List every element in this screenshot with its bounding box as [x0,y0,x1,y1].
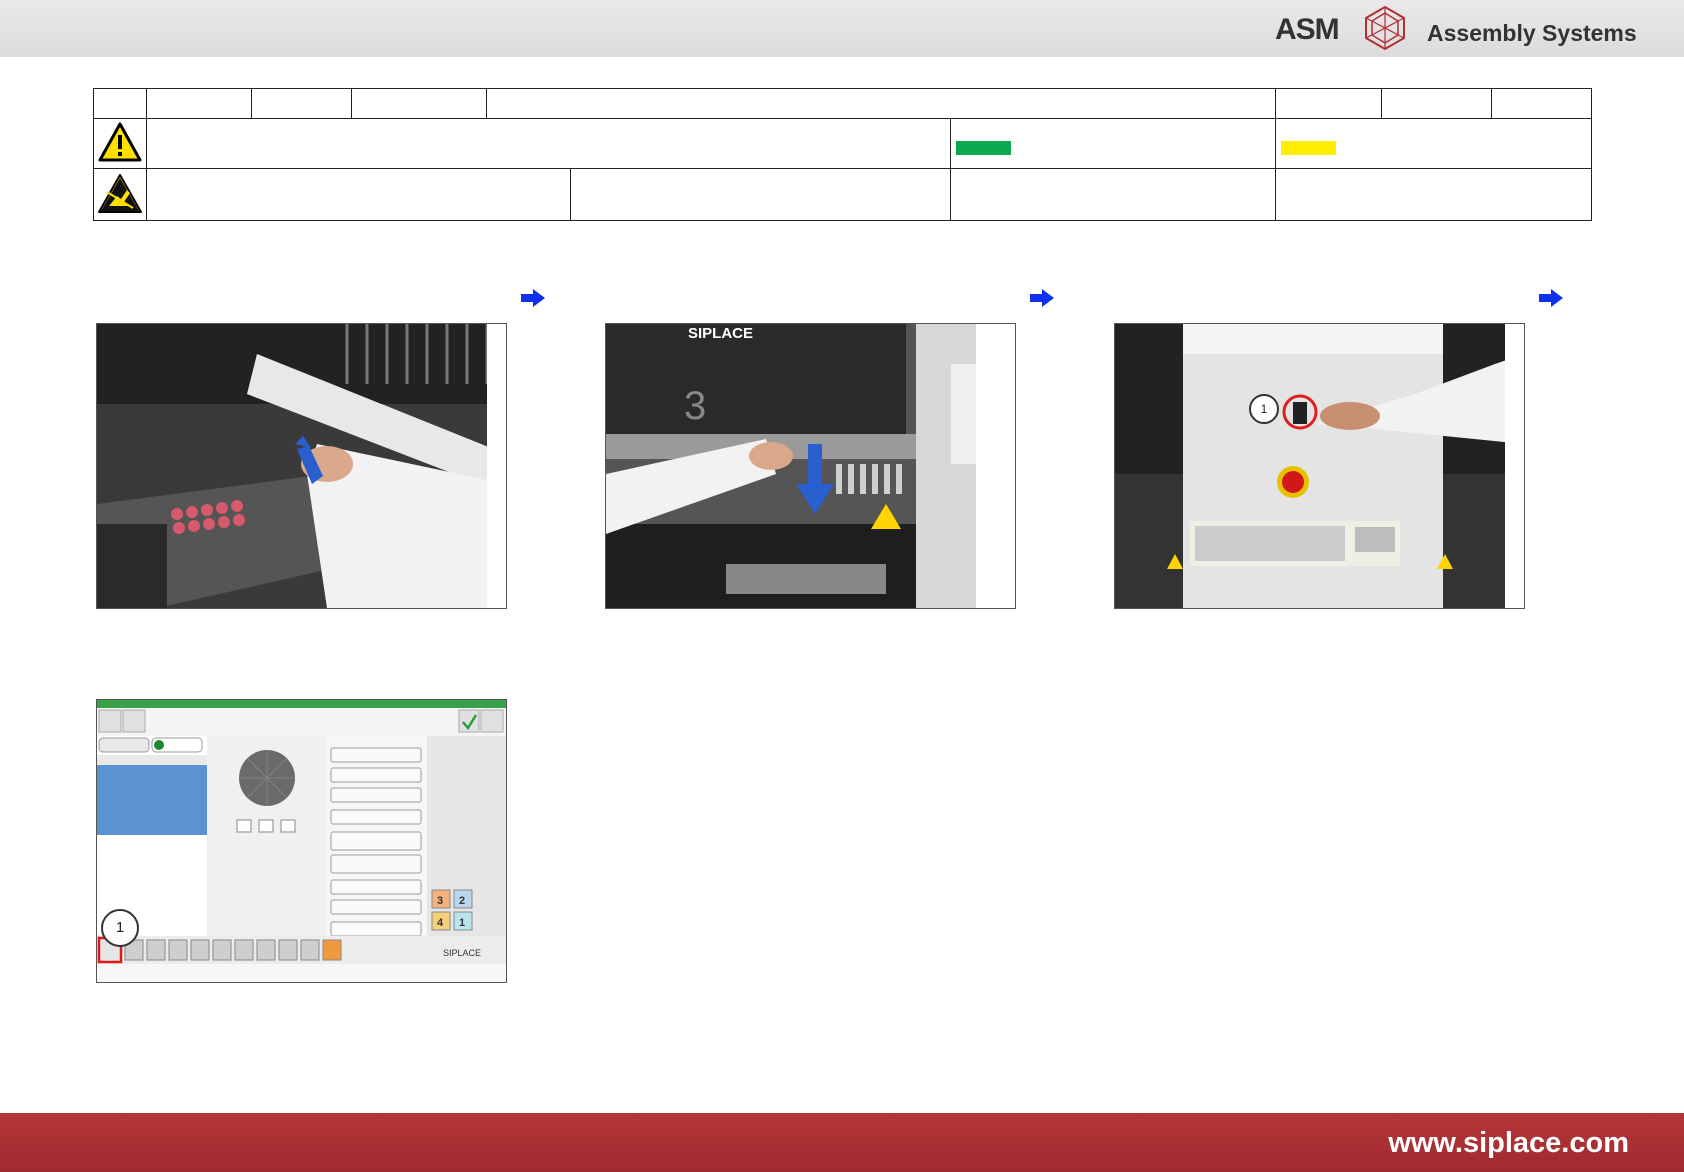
esd-cell [93,168,147,221]
info-table-warning-row [93,118,1593,169]
cell [351,88,487,119]
green-status-chip [956,140,1011,155]
info-table-esd-row [93,168,1593,221]
step3-photo: 1 [1114,323,1525,609]
warning-cell [93,118,147,169]
header-bar: ASM Assembly Systems [0,0,1684,57]
cell [1275,88,1383,119]
svg-text:3: 3 [684,384,706,428]
warning-triangle-icon [98,122,142,162]
step1-photo [96,323,507,609]
step2-photo: SIPLACE 3 [605,323,1016,609]
svg-text:2: 2 [459,895,465,907]
siplace-screen-image: 3 2 4 1 SIPLACE 1 [96,699,507,983]
cell [485,88,1277,119]
svg-text:1: 1 [459,917,465,929]
green-status-cell [949,118,1277,169]
callout-marker: 1 [101,909,139,947]
svg-text:4: 4 [437,917,444,929]
svg-text:3: 3 [437,895,443,907]
asm-logo-subtitle: Assembly Systems [1427,20,1637,46]
next-step-arrow-icon [1539,289,1563,307]
next-step-arrow-icon [1030,289,1054,307]
nozzle-changer-insert-image [97,324,506,608]
cell [146,88,252,119]
press-start-button-image [1115,324,1524,608]
esd-text-cell-3 [949,168,1277,221]
footer-bar: www.siplace.com [0,1113,1684,1172]
close-machine-hood-image: SIPLACE 3 [606,324,1015,608]
info-table-header-row [93,88,1593,119]
asm-crystal-logo-icon [1365,5,1405,51]
asm-logo-text: ASM [1275,13,1340,46]
esd-text-cell-2 [570,168,951,221]
cell [1491,88,1593,119]
warning-text-cell [146,118,951,169]
next-step-arrow-icon [521,289,545,307]
callout-marker: 1 [1249,394,1279,424]
cell [251,88,352,119]
esd-text-cell-4 [1275,168,1593,221]
footer-website-link[interactable]: www.siplace.com [1388,1127,1629,1160]
siplace-ui-screenshot: 3 2 4 1 SIPLACE [97,700,506,982]
esd-text-cell-1 [146,168,571,221]
yellow-status-chip [1281,140,1337,155]
svg-text:SIPLACE: SIPLACE [443,948,481,958]
cell [1381,88,1493,119]
esd-hand-icon [98,174,142,213]
info-table [93,88,1593,221]
svg-text:SIPLACE: SIPLACE [688,325,753,342]
cell [93,88,147,119]
yellow-status-cell [1275,118,1593,169]
